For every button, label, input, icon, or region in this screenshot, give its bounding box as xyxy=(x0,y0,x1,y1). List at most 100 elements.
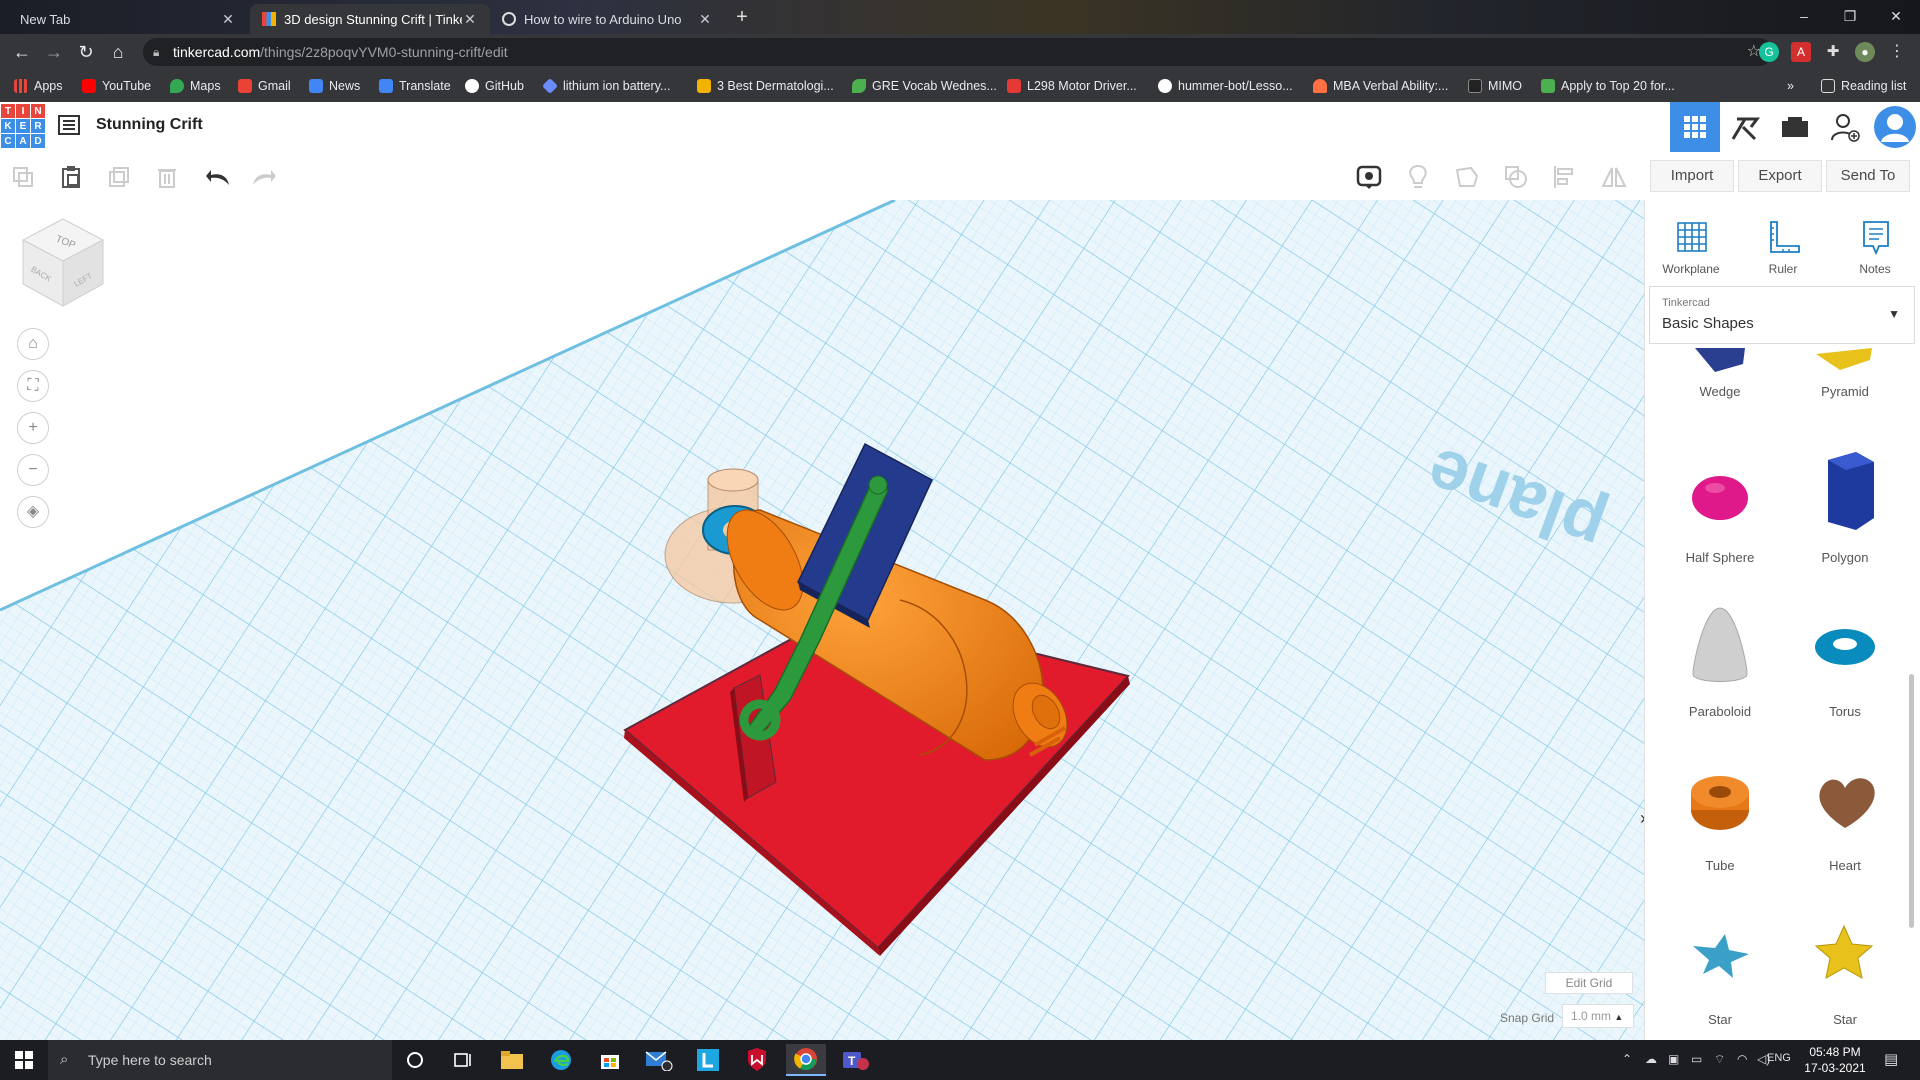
home-icon[interactable]: ⌂ xyxy=(106,40,130,64)
shape-library-dropdown[interactable]: Tinkercad Basic Shapes ▼ xyxy=(1649,286,1915,344)
fit-view-icon[interactable]: ⛶ xyxy=(17,370,49,402)
bookmark-news[interactable]: News xyxy=(309,70,360,102)
ruler-tool[interactable]: Ruler xyxy=(1743,210,1823,280)
store-icon[interactable] xyxy=(590,1044,630,1076)
perspective-icon[interactable]: ◈ xyxy=(17,496,49,528)
export-button[interactable]: Export xyxy=(1738,160,1822,192)
edge-icon[interactable] xyxy=(541,1044,581,1076)
close-icon[interactable]: ✕ xyxy=(220,11,236,28)
panel-scrollbar[interactable] xyxy=(1909,674,1914,928)
notes-tool[interactable]: Notes xyxy=(1835,210,1915,280)
extensions-puzzle-icon[interactable]: ✚ xyxy=(1823,42,1843,62)
l-app-icon[interactable] xyxy=(688,1044,728,1076)
restore-icon[interactable]: ❐ xyxy=(1830,4,1870,28)
bookmark-youtube[interactable]: YouTube xyxy=(82,70,151,102)
copy-icon[interactable] xyxy=(10,164,36,190)
notes-visibility-icon[interactable] xyxy=(1356,164,1382,190)
workplane-tool[interactable]: Workplane xyxy=(1651,210,1731,280)
3d-view-icon[interactable] xyxy=(1670,102,1720,152)
3d-viewport[interactable]: plane TOP BACK LEFT ⌂ ⛶ + − ◈ Edit Grid … xyxy=(0,200,1644,1040)
bookmark-hummer-bot[interactable]: hummer-bot/Lesso... xyxy=(1158,70,1293,102)
close-icon[interactable]: ✕ xyxy=(462,11,478,28)
reload-icon[interactable]: ↻ xyxy=(74,40,98,64)
undo-icon[interactable] xyxy=(205,164,231,190)
file-explorer-icon[interactable] xyxy=(492,1044,532,1076)
shape-heart[interactable]: Heart xyxy=(1790,756,1900,886)
ungroup-icon[interactable] xyxy=(1503,164,1529,190)
group-icon[interactable] xyxy=(1454,164,1480,190)
shape-wedge[interactable]: Wedge xyxy=(1665,348,1775,408)
battery-icon[interactable]: ▭ xyxy=(1691,1052,1702,1066)
bookmark-apply[interactable]: Apply to Top 20 for... xyxy=(1541,70,1675,102)
tab-tinkercad[interactable]: 3D design Stunning Crift | Tinker ✕ xyxy=(250,4,490,34)
shape-paraboloid[interactable]: Paraboloid xyxy=(1665,602,1775,732)
add-user-icon[interactable] xyxy=(1820,102,1870,152)
lesson-plans-icon[interactable] xyxy=(1770,102,1820,152)
close-icon[interactable]: ✕ xyxy=(697,11,713,28)
tinkercad-logo[interactable]: T I N K E R C A D xyxy=(1,104,45,148)
more-bookmarks-icon[interactable]: » xyxy=(1787,70,1794,102)
shape-tube[interactable]: Tube xyxy=(1665,756,1775,886)
notifications-icon[interactable]: ▤ xyxy=(1884,1050,1898,1068)
teams-icon[interactable]: T xyxy=(835,1044,875,1076)
windows-start-icon[interactable] xyxy=(4,1044,44,1076)
bookmark-l298[interactable]: L298 Motor Driver... xyxy=(1007,70,1137,102)
grammarly-icon[interactable]: G xyxy=(1759,42,1779,62)
snap-grid-select[interactable]: 1.0 mm ▲ xyxy=(1562,1004,1634,1028)
bookmark-github[interactable]: GitHub xyxy=(465,70,524,102)
bookmark-gmail[interactable]: Gmail xyxy=(238,70,291,102)
window-close-icon[interactable]: ✕ xyxy=(1876,4,1916,28)
system-clock[interactable]: 05:48 PM 17-03-2021 xyxy=(1800,1044,1870,1076)
avatar[interactable] xyxy=(1870,102,1920,152)
shape-pyramid[interactable]: Pyramid xyxy=(1790,348,1900,408)
view-cube[interactable]: TOP BACK LEFT xyxy=(18,214,108,314)
bookmark-dermatologist[interactable]: 3 Best Dermatologi... xyxy=(697,70,834,102)
lightbulb-icon[interactable] xyxy=(1405,164,1431,190)
pdf-extension-icon[interactable]: A xyxy=(1791,42,1811,62)
bookmark-translate[interactable]: Translate xyxy=(379,70,451,102)
zoom-out-icon[interactable]: − xyxy=(17,454,49,486)
wifi-icon[interactable]: ◠ xyxy=(1737,1052,1747,1066)
design-title[interactable]: Stunning Crift xyxy=(96,116,203,134)
reading-list[interactable]: Reading list xyxy=(1821,70,1906,102)
design-list-icon[interactable] xyxy=(58,114,80,136)
zoom-in-icon[interactable]: + xyxy=(17,412,49,444)
shape-star-yellow[interactable]: Star xyxy=(1790,910,1900,1040)
paste-icon[interactable] xyxy=(58,164,84,190)
tab-arduino[interactable]: How to wire to Arduino Uno ✕ xyxy=(490,4,725,34)
mail-icon[interactable] xyxy=(639,1044,679,1076)
bookmark-gre[interactable]: GRE Vocab Wednes... xyxy=(852,70,997,102)
chrome-icon[interactable] xyxy=(786,1044,826,1076)
show-hidden-icons-icon[interactable]: ⌃ xyxy=(1622,1052,1632,1066)
security-tray-icon[interactable]: ☁ xyxy=(1645,1052,1657,1066)
import-button[interactable]: Import xyxy=(1650,160,1734,192)
address-bar[interactable]: 🔒︎ tinkercad.com/things/2z8poqvYVM0-stun… xyxy=(143,38,1773,66)
mirror-icon[interactable] xyxy=(1601,164,1627,190)
taskbar-search-input[interactable]: ⌕ Type here to search xyxy=(48,1040,392,1080)
minimize-icon[interactable]: – xyxy=(1784,4,1824,28)
shape-polygon[interactable]: Polygon xyxy=(1790,448,1900,578)
task-view-icon[interactable] xyxy=(443,1044,483,1076)
network-icon[interactable]: ⌔ xyxy=(1714,1052,1725,1067)
align-icon[interactable] xyxy=(1552,164,1578,190)
edit-grid-button[interactable]: Edit Grid xyxy=(1545,972,1633,994)
bookmark-apps[interactable]: Apps xyxy=(14,70,63,102)
shape-half-sphere[interactable]: Half Sphere xyxy=(1665,448,1775,578)
send-to-button[interactable]: Send To xyxy=(1826,160,1910,192)
redo-icon[interactable] xyxy=(251,164,277,190)
bookmark-maps[interactable]: Maps xyxy=(170,70,221,102)
bookmark-mba[interactable]: MBA Verbal Ability:... xyxy=(1313,70,1448,102)
language-indicator[interactable]: ENG xyxy=(1767,1052,1791,1064)
mcafee-icon[interactable] xyxy=(737,1044,777,1076)
cortana-icon[interactable] xyxy=(395,1044,435,1076)
profile-avatar-icon[interactable]: ● xyxy=(1855,42,1875,62)
workplane-scene[interactable]: plane xyxy=(0,200,1644,1040)
back-icon[interactable]: ← xyxy=(10,40,34,64)
new-tab-button[interactable]: + xyxy=(730,6,754,30)
browser-menu-icon[interactable]: ⋮ xyxy=(1887,42,1907,62)
bookmark-mimo[interactable]: MIMO xyxy=(1468,70,1522,102)
forward-icon[interactable]: → xyxy=(42,40,66,64)
shape-star-blue[interactable]: Star xyxy=(1665,910,1775,1040)
duplicate-icon[interactable] xyxy=(106,164,132,190)
home-view-icon[interactable]: ⌂ xyxy=(17,328,49,360)
